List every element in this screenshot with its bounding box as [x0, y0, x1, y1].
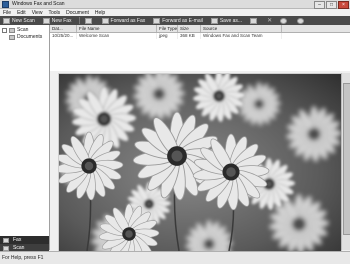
tree-item-scan[interactable]: Scan — [2, 27, 28, 33]
status-text: For Help, press F1 — [2, 255, 44, 261]
column-header-size[interactable]: Size — [178, 25, 201, 32]
fax-tab-label: Fax — [13, 237, 22, 243]
toolbar-separator — [78, 17, 80, 24]
app-window: Windows Fax and Scan – □ × File Edit Vie… — [0, 0, 350, 264]
daisy-flowers-photo — [59, 74, 341, 251]
help-icon — [297, 17, 305, 24]
tree-expand-icon[interactable] — [2, 27, 7, 33]
scrollbar-thumb[interactable] — [343, 83, 350, 235]
title-bar[interactable]: Windows Fax and Scan – □ × — [0, 0, 350, 9]
folder-button[interactable] — [82, 17, 97, 24]
new-scan-label: New Scan — [12, 17, 35, 24]
save-as-label: Save as... — [219, 17, 243, 24]
scan-tab-icon — [3, 245, 9, 251]
menu-view[interactable]: View — [29, 10, 46, 16]
delete-icon: ✕ — [267, 18, 273, 24]
column-header-file-name[interactable]: File Name — [77, 25, 157, 32]
delete-button[interactable]: ✕ — [264, 17, 275, 24]
forward-fax-label: Forward as Fax — [110, 17, 146, 24]
status-bar: For Help, press F1 — [0, 251, 350, 264]
column-header-date[interactable]: Dat... — [50, 25, 77, 32]
column-header-source[interactable]: Source — [201, 25, 282, 32]
window-controls: – □ × — [314, 1, 349, 9]
maximize-button[interactable]: □ — [326, 1, 337, 9]
tree-item-documents[interactable]: Documents — [9, 34, 42, 40]
save-as-button[interactable]: Save as... — [208, 17, 245, 24]
menu-bar: File Edit View Tools Document Help — [0, 9, 350, 16]
menu-file[interactable]: File — [0, 10, 14, 16]
new-scan-button[interactable]: New Scan — [0, 17, 38, 24]
new-fax-label: New Fax — [51, 17, 72, 24]
menu-help[interactable]: Help — [92, 10, 108, 16]
menu-edit[interactable]: Edit — [14, 10, 29, 16]
document-list-header: Dat... File Name File Type Size Source — [50, 25, 350, 33]
close-button[interactable]: × — [338, 1, 349, 9]
properties-icon — [280, 17, 288, 24]
document-list-area — [50, 39, 350, 71]
menu-document[interactable]: Document — [63, 10, 92, 16]
fax-icon — [42, 17, 50, 24]
properties-button[interactable] — [277, 17, 292, 24]
tree-item-documents-label: Documents — [17, 34, 43, 40]
forward-fax-icon — [101, 17, 109, 24]
printer-icon — [250, 17, 258, 24]
scanner-icon — [3, 17, 10, 24]
minimize-button[interactable]: – — [314, 1, 325, 9]
preview-scrollbar[interactable] — [341, 73, 350, 250]
save-icon — [210, 17, 218, 24]
folder-icon — [84, 17, 92, 24]
help-button[interactable] — [294, 17, 309, 24]
new-fax-button[interactable]: New Fax — [40, 17, 75, 24]
window-title: Windows Fax and Scan — [12, 1, 65, 7]
scan-folder-icon — [9, 27, 15, 33]
fax-view-tab[interactable]: Fax — [0, 236, 49, 244]
menu-tools[interactable]: Tools — [45, 10, 63, 16]
document-preview — [58, 73, 342, 252]
fax-scan-app-icon — [2, 0, 9, 8]
toolbar: New Scan New Fax Forward as Fax Forward … — [0, 16, 350, 25]
print-button[interactable] — [247, 17, 262, 24]
email-icon — [153, 17, 161, 24]
forward-as-email-button[interactable]: Forward as E-mail — [150, 17, 206, 24]
tree-item-scan-label: Scan — [17, 27, 29, 33]
forward-email-label: Forward as E-mail — [162, 17, 203, 24]
forward-as-fax-button[interactable]: Forward as Fax — [99, 17, 149, 24]
fax-tab-icon — [3, 237, 9, 243]
folder-tree-pane: Scan Documents — [0, 25, 50, 250]
column-header-file-type[interactable]: File Type — [157, 25, 178, 32]
documents-folder-icon — [9, 34, 15, 40]
